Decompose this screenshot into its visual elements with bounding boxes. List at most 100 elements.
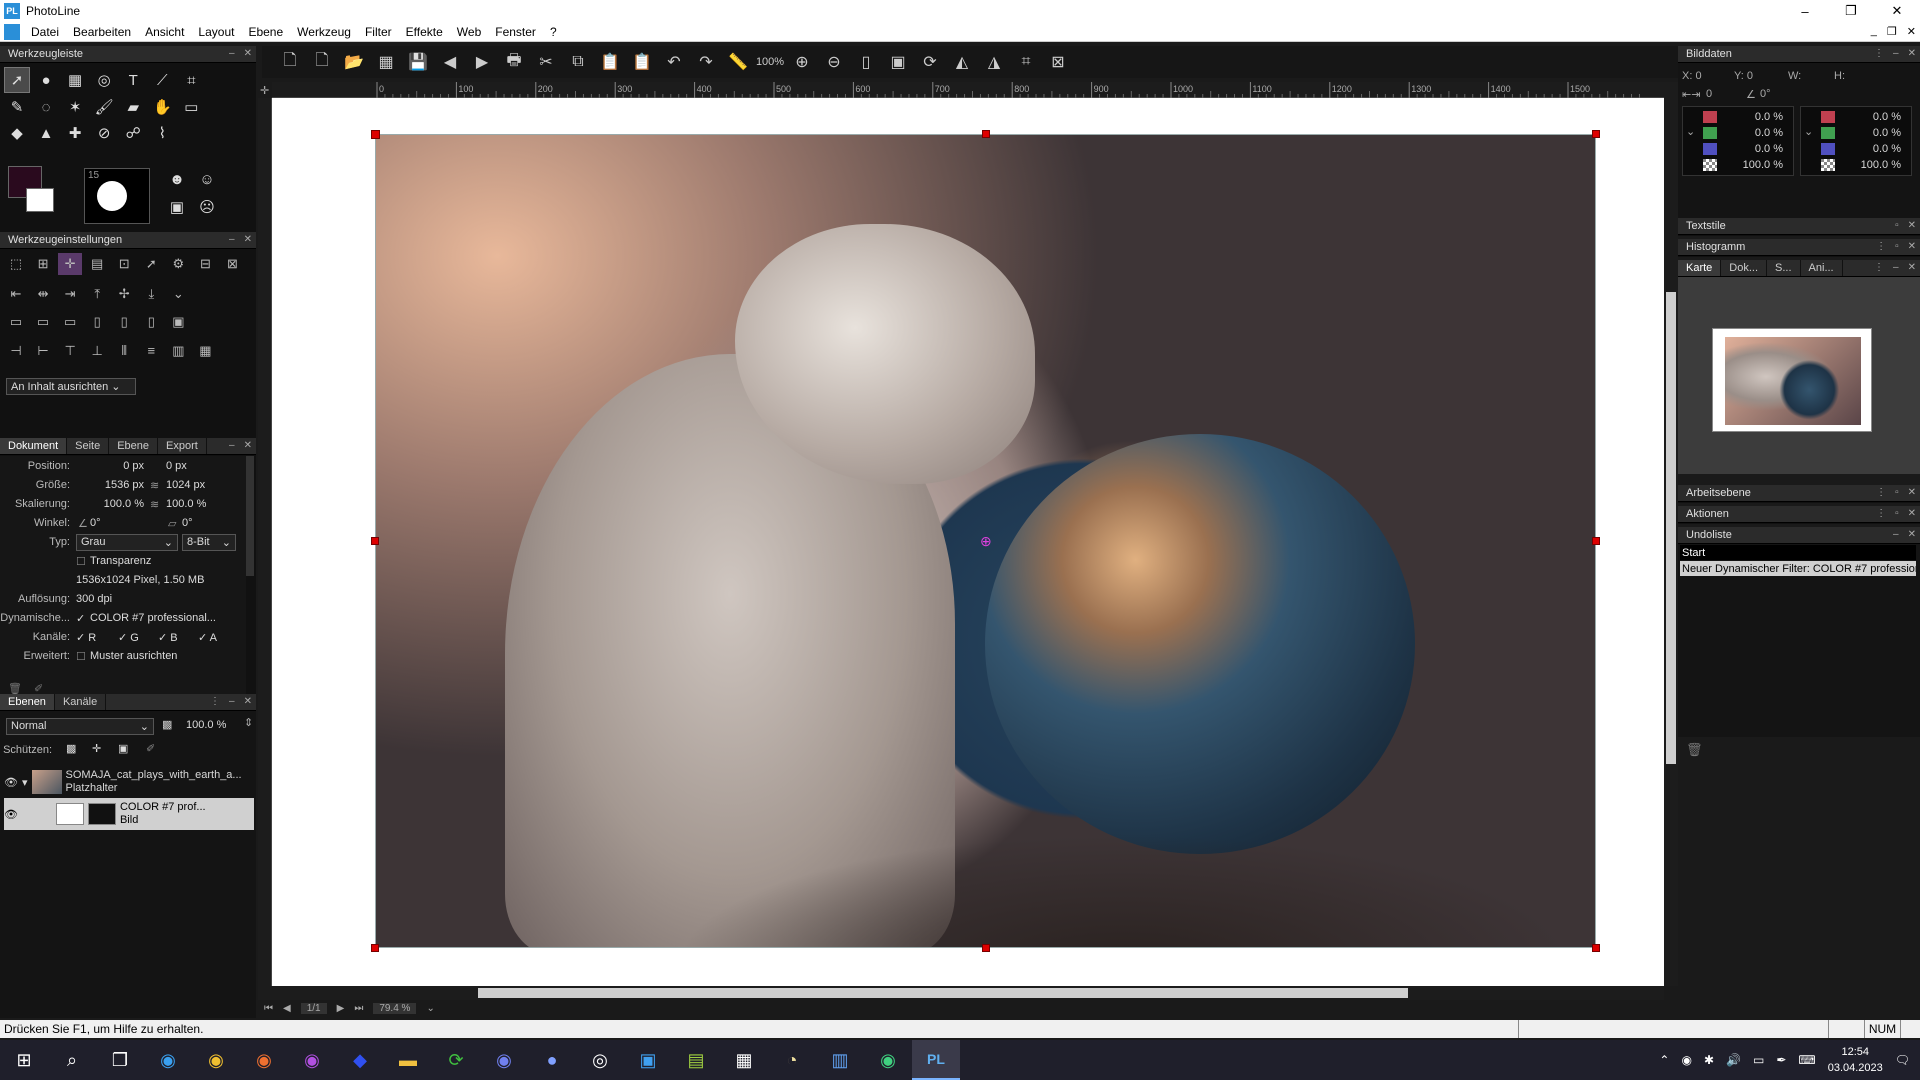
vertical-scrollbar[interactable]: [1664, 82, 1678, 986]
protect-brush-icon[interactable]: ✐: [146, 742, 155, 755]
actions-panel[interactable]: Aktionen ⋮ ▫ ✕: [1678, 506, 1920, 524]
resize-handle-r[interactable]: [1592, 537, 1600, 545]
panel-close-icon[interactable]: ✕: [1908, 529, 1916, 540]
panel-close-icon[interactable]: ✕: [1908, 241, 1916, 252]
dist-top-icon[interactable]: ▯: [85, 311, 109, 333]
space-box2-icon[interactable]: ▦: [193, 340, 217, 362]
extended-checkbox[interactable]: ☐: [76, 650, 86, 663]
panel-restore-icon[interactable]: ▫: [1895, 508, 1899, 519]
panel-close-icon[interactable]: ✕: [244, 440, 252, 451]
align-center-h-icon[interactable]: ⇹: [31, 283, 55, 305]
mask-cat-small-icon[interactable]: ☹: [194, 194, 220, 220]
heal-tool-icon[interactable]: ✚: [62, 120, 88, 146]
layer-move-icon[interactable]: ▤: [85, 253, 109, 275]
panel-close-icon[interactable]: ✕: [244, 48, 252, 59]
chevron-down-icon[interactable]: ⌄: [166, 283, 190, 305]
grid-tool-icon[interactable]: ▦: [62, 67, 88, 93]
tab-s[interactable]: S...: [1767, 260, 1801, 276]
panel-menu-icon[interactable]: ⋮: [1876, 508, 1886, 519]
align-left-icon[interactable]: ⇤: [4, 283, 28, 305]
grid-snap-icon[interactable]: ⊞: [31, 253, 55, 275]
settings-gear-icon[interactable]: ⚙: [166, 253, 190, 275]
globe-app-icon[interactable]: ◉: [864, 1040, 912, 1080]
new-document-icon[interactable]: 🗋: [276, 48, 304, 76]
paste-icon[interactable]: 📋: [596, 48, 624, 76]
channel-b-checkbox[interactable]: ✓ B: [158, 631, 178, 644]
calculator-icon[interactable]: ▦: [720, 1040, 768, 1080]
dist-middle-icon[interactable]: ▯: [112, 311, 136, 333]
maximize-button[interactable]: ❐: [1828, 0, 1874, 22]
position-y-field[interactable]: 0 px: [166, 460, 187, 472]
crop-tool-icon[interactable]: ⌗: [178, 68, 204, 94]
steam-icon[interactable]: ◎: [576, 1040, 624, 1080]
blend-mode-dropdown[interactable]: Normal ⌄: [6, 718, 154, 735]
copy-icon[interactable]: ⧉: [564, 48, 592, 76]
select-tool-icon[interactable]: ➚: [4, 67, 30, 93]
chevron-up-icon[interactable]: ⌃: [1659, 1053, 1669, 1067]
file-explorer-icon[interactable]: ▬: [384, 1040, 432, 1080]
layer-row[interactable]: 👁 COLOR #7 prof... Bild: [4, 798, 254, 830]
panel-minimize-icon[interactable]: –: [1893, 48, 1899, 59]
last-page-icon[interactable]: ⏭: [354, 1003, 363, 1014]
mdi-restore-button[interactable]: ❐: [1887, 25, 1897, 38]
transparency-checkbox[interactable]: ☐: [76, 555, 86, 568]
scale-y-field[interactable]: 100.0 %: [166, 498, 206, 510]
sponge-tool-icon[interactable]: ⌇: [149, 120, 175, 146]
panel-minimize-icon[interactable]: –: [229, 48, 235, 59]
resize-handle-l[interactable]: [371, 537, 379, 545]
menu-ansicht[interactable]: Ansicht: [138, 25, 191, 39]
protect-image-icon[interactable]: ▣: [118, 742, 128, 755]
mdi-close-button[interactable]: ✕: [1907, 25, 1916, 38]
tab-dokument[interactable]: Dokument: [0, 438, 68, 454]
fit-page-icon[interactable]: ▯: [852, 48, 880, 76]
dist-equal-icon[interactable]: ▣: [166, 311, 190, 333]
search-icon[interactable]: ⌕: [48, 1040, 96, 1080]
opacity-stepper[interactable]: ⇕: [244, 716, 253, 729]
panel-close-icon[interactable]: ✕: [1908, 220, 1916, 231]
dodge-tool-icon[interactable]: ☍: [120, 120, 146, 146]
document-scrollbar[interactable]: [246, 456, 254, 576]
zoom-in-icon[interactable]: ⊕: [788, 48, 816, 76]
smudge-tool-icon[interactable]: ✋: [149, 94, 175, 120]
transform-icon[interactable]: ⬚: [4, 253, 28, 275]
brush-preview[interactable]: 15: [84, 168, 150, 224]
work-layer-panel[interactable]: Arbeitsebene ⋮ ▫ ✕: [1678, 485, 1920, 503]
dist-center-icon[interactable]: ▭: [31, 311, 55, 333]
close-button[interactable]: ✕: [1874, 0, 1920, 22]
panel-minimize-icon[interactable]: –: [1893, 529, 1899, 540]
diamond-app-icon[interactable]: ◆: [336, 1040, 384, 1080]
scale-link-icon[interactable]: ≋: [150, 498, 159, 511]
network-icon[interactable]: ▭: [1753, 1053, 1764, 1067]
position-x-field[interactable]: 0 px: [76, 460, 144, 472]
channel-a-checkbox[interactable]: ✓ A: [198, 631, 217, 644]
undo-icon[interactable]: ↶: [660, 48, 688, 76]
menu-web[interactable]: Web: [450, 25, 488, 39]
rotate-icon[interactable]: ⟳: [916, 48, 944, 76]
dist-right-icon[interactable]: ▭: [58, 311, 82, 333]
layer-row[interactable]: 👁 ▾ SOMAJA_cat_plays_with_earth_a... Pla…: [4, 766, 254, 798]
menu-bearbeiten[interactable]: Bearbeiten: [66, 25, 138, 39]
scale-x-field[interactable]: 100.0 %: [76, 498, 144, 510]
dist-bottom-icon[interactable]: ▯: [139, 311, 163, 333]
stamp-tool-icon[interactable]: ▲: [33, 121, 59, 147]
text-tool-icon[interactable]: T: [120, 68, 146, 94]
redo-icon[interactable]: ↷: [692, 48, 720, 76]
tab-export[interactable]: Export: [158, 438, 207, 454]
resize-handle-bl[interactable]: [371, 944, 379, 952]
magic-wand-icon[interactable]: ✶: [62, 94, 88, 120]
resize-handle-t[interactable]: [982, 130, 990, 138]
screen-mode-icon[interactable]: ⊠: [1044, 48, 1072, 76]
navigator-preview[interactable]: [1712, 328, 1872, 432]
panel-minimize-icon[interactable]: –: [229, 234, 235, 245]
menu-filter[interactable]: Filter: [358, 25, 399, 39]
page-indicator[interactable]: 1/1: [300, 1002, 327, 1014]
resize-handle-br[interactable]: [1592, 944, 1600, 952]
prev-page-icon[interactable]: ◀: [283, 1003, 291, 1014]
tab-ebene[interactable]: Ebene: [109, 438, 159, 454]
rotation-center-icon[interactable]: ⊕: [980, 533, 992, 550]
resize-handle-b[interactable]: [982, 944, 990, 952]
panel-close-icon[interactable]: ✕: [1908, 262, 1916, 273]
horizontal-scrollbar[interactable]: [258, 986, 1664, 1000]
task-view-icon[interactable]: ❐: [96, 1040, 144, 1080]
chrome-icon[interactable]: ◉: [192, 1040, 240, 1080]
